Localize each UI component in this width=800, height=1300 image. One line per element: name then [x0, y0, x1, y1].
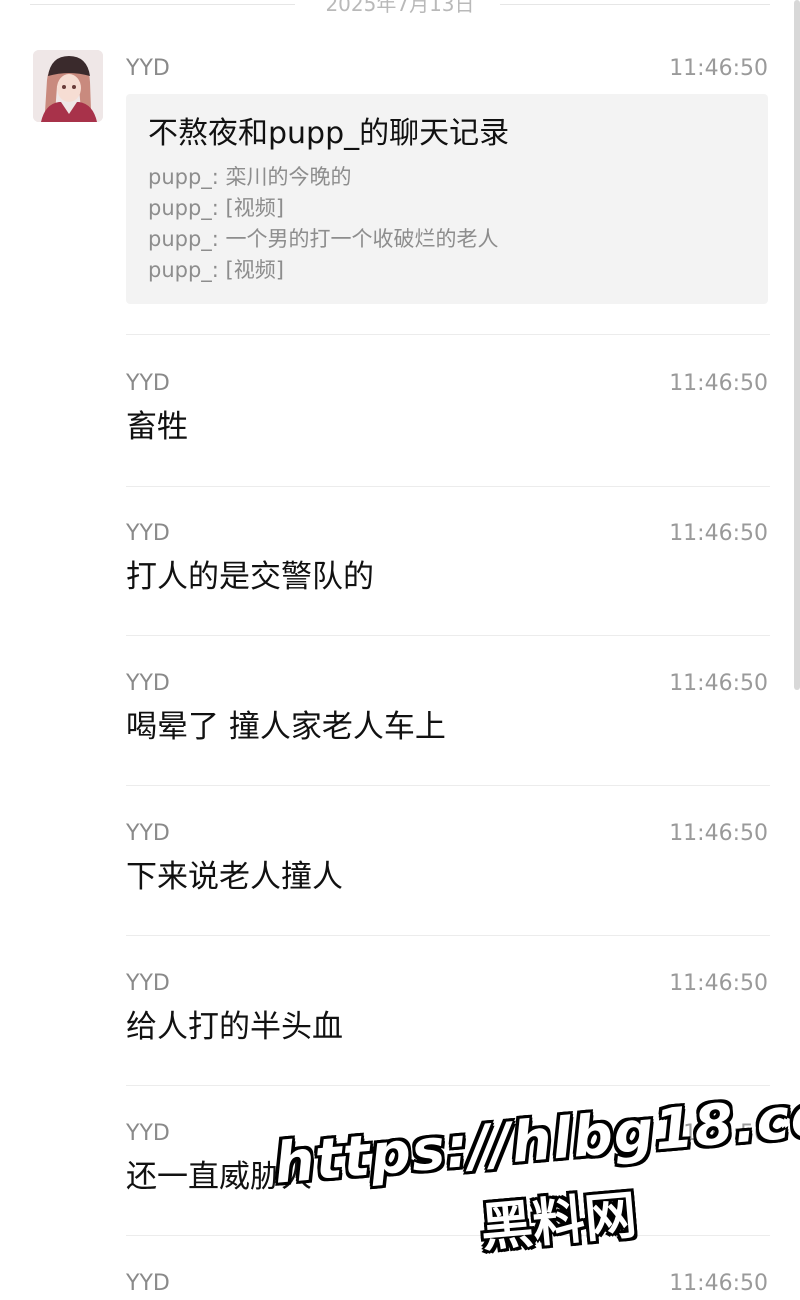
scrollbar[interactable] — [794, 0, 800, 690]
message-time: 11:46:50 — [669, 371, 768, 396]
sender-name: YYD — [126, 971, 170, 996]
record-line: pupp_: 栾川的今晚的 — [148, 165, 352, 189]
chat-record-card[interactable]: 不熬夜和pupp_的聊天记录 pupp_: 栾川的今晚的 pupp_: [视频]… — [126, 94, 768, 304]
chat-record-screen: 2025年7月13日 YYD 11:46:50 不熬夜和pupp_的聊天记录 p… — [0, 0, 800, 1300]
message-divider — [126, 486, 770, 487]
watermark-url: https://hlbg18.com — [271, 1078, 800, 1197]
record-line: pupp_: [视频] — [148, 258, 284, 282]
avatar-icon[interactable] — [33, 50, 103, 122]
record-line: pupp_: 一个男的打一个收破烂的老人 — [148, 227, 499, 251]
record-title: 不熬夜和pupp_的聊天记录 — [148, 116, 510, 151]
anime-girl-avatar-icon — [33, 50, 103, 122]
message-text: 喝晕了 撞人家老人车上 — [126, 709, 446, 745]
message-divider — [126, 635, 770, 636]
date-divider: 2025年7月13日 — [0, 0, 800, 16]
watermark: https://hlbg18.com 黑料网 — [270, 1068, 800, 1282]
sender-name: YYD — [126, 521, 170, 546]
divider-line — [500, 4, 770, 5]
message-text: 给人打的半头血 — [126, 1009, 343, 1045]
divider-line — [30, 4, 295, 5]
sender-name: YYD — [126, 671, 170, 696]
message-time: 11:46:50 — [669, 821, 768, 846]
message-text: 下来说老人撞人 — [126, 859, 343, 895]
record-preview: pupp_: 栾川的今晚的 pupp_: [视频] pupp_: 一个男的打一个… — [148, 162, 499, 286]
message-time: 11:46:50 — [669, 1271, 768, 1296]
message-time: 11:46:50 — [669, 56, 768, 81]
message-time: 11:46:50 — [669, 521, 768, 546]
date-label: 2025年7月13日 — [325, 0, 475, 16]
message-time: 11:46:50 — [669, 671, 768, 696]
message-time: 11:46:50 — [669, 971, 768, 996]
message-text: 畜牲 — [126, 409, 188, 445]
sender-name: YYD — [126, 1271, 170, 1296]
message-divider — [126, 935, 770, 936]
message-divider — [126, 334, 770, 335]
watermark-name: 黑料网 — [478, 1185, 640, 1259]
message-text: 打人的是交警队的 — [126, 559, 374, 595]
sender-name: YYD — [126, 821, 170, 846]
sender-name: YYD — [126, 1121, 170, 1146]
sender-name: YYD — [126, 56, 170, 81]
sender-name: YYD — [126, 371, 170, 396]
message-divider — [126, 785, 770, 786]
record-line: pupp_: [视频] — [148, 196, 284, 220]
